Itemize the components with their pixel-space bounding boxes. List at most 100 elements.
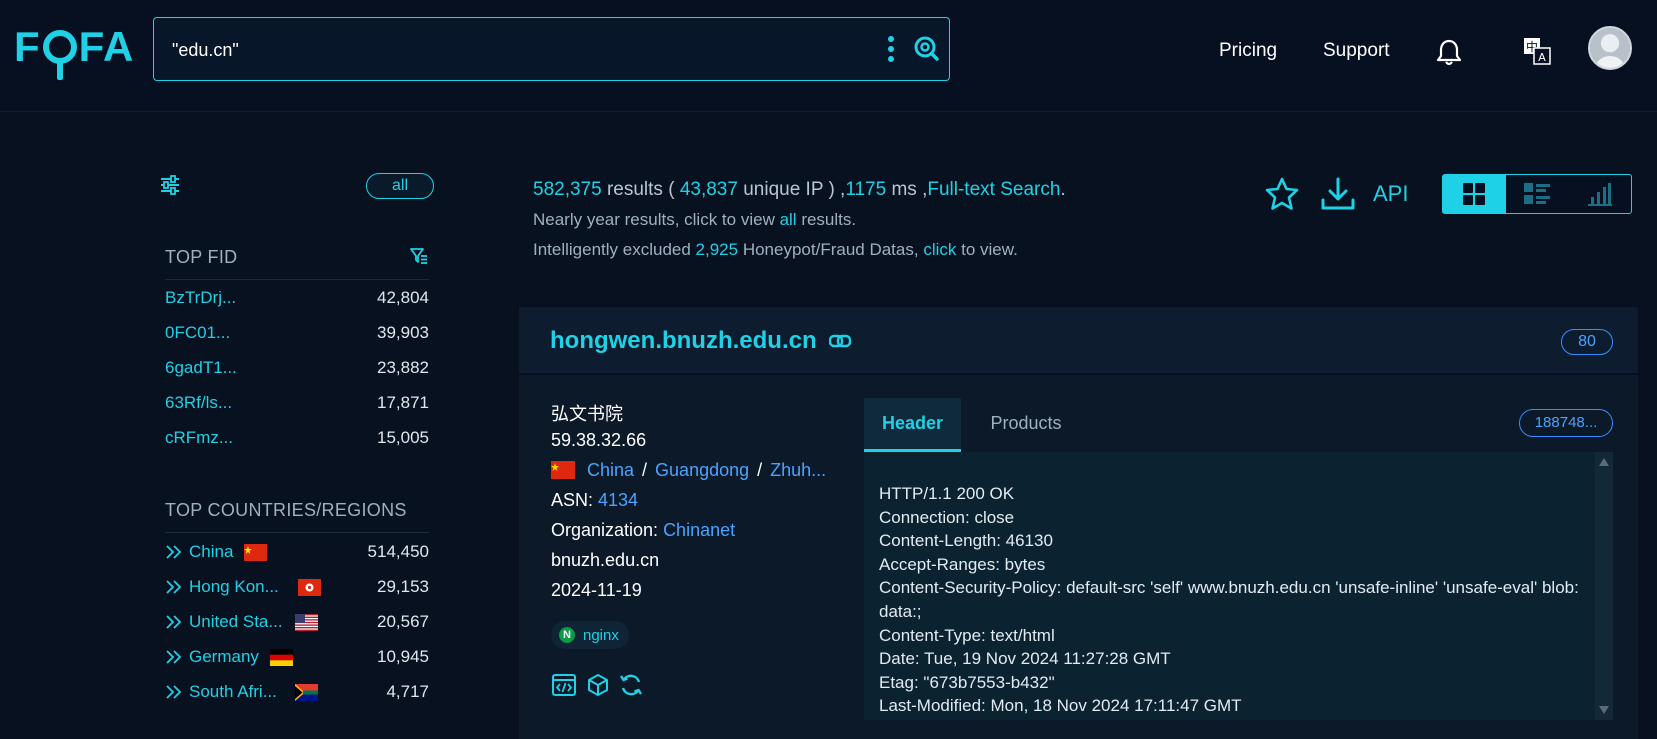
country-count: 514,450 (367, 542, 429, 561)
fid-label[interactable]: 0FC01... (165, 323, 230, 343)
country-row[interactable]: South Afri... 4,717 (165, 682, 429, 710)
excluded-note: Intelligently excluded 2,925 Honeypot/Fr… (533, 240, 1018, 260)
fid-row[interactable]: 6gadT1... 23,882 (165, 358, 429, 386)
all-filter-pill[interactable]: all (366, 173, 434, 199)
bell-icon[interactable] (1436, 38, 1462, 66)
nav-support[interactable]: Support (1323, 40, 1390, 62)
asn-link[interactable]: 4134 (598, 490, 638, 510)
results-count: 582,375 (533, 179, 602, 200)
region-link[interactable]: Guangdong (655, 460, 749, 480)
year-results-note: Nearly year results, click to view all r… (533, 210, 856, 230)
country-label[interactable]: Hong Kon... (189, 577, 279, 597)
code-icon[interactable] (551, 672, 577, 698)
link-icon[interactable] (829, 333, 851, 349)
result-card: hongwen.bnuzh.edu.cn 80 弘文书院 59.38.32.66… (519, 307, 1638, 739)
refresh-icon[interactable] (618, 672, 644, 698)
fid-row[interactable]: BzTrDrj... 42,804 (165, 288, 429, 316)
chart-view-button[interactable] (1568, 175, 1631, 213)
country-row[interactable]: United Sta... 20,567 (165, 612, 429, 640)
ip-link[interactable]: 59.38.32.66 (551, 430, 646, 451)
china-flag-icon (551, 461, 575, 479)
port-badge[interactable]: 80 (1561, 329, 1613, 355)
country-link[interactable]: China (587, 460, 634, 480)
scroll-up-arrow-icon[interactable] (1599, 458, 1609, 466)
country-count: 20,567 (377, 612, 429, 631)
http-header-panel: HTTP/1.1 200 OK Connection: close Conten… (864, 452, 1613, 720)
fid-label[interactable]: BzTrDrj... (165, 288, 236, 308)
grid-view-button[interactable] (1443, 175, 1506, 213)
germany-flag-icon (270, 649, 293, 666)
fid-row[interactable]: 63Rf/ls... 17,871 (165, 393, 429, 421)
view-all-link[interactable]: all (780, 210, 797, 229)
site-title: 弘文书院 (551, 404, 623, 424)
unique-ip-count: 43,837 (679, 179, 738, 200)
svg-text:A: A (1538, 51, 1546, 64)
tab-header[interactable]: Header (864, 398, 961, 452)
fid-count: 15,005 (377, 428, 429, 447)
hash-badge[interactable]: 188748... (1519, 409, 1613, 437)
country-row[interactable]: Germany 10,945 (165, 647, 429, 675)
grid-icon (1463, 183, 1486, 205)
fid-label[interactable]: 6gadT1... (165, 358, 237, 378)
fid-row[interactable]: 0FC01... 39,903 (165, 323, 429, 351)
organization-link[interactable]: Chinanet (663, 520, 735, 540)
search-input[interactable] (172, 36, 832, 64)
header-scrollbar[interactable] (1595, 452, 1613, 720)
excluded-middle: Honeypot/Fraud Datas, (738, 240, 924, 259)
api-button[interactable]: API (1373, 181, 1408, 207)
excluded-count: 2,925 (695, 240, 739, 259)
city-link[interactable]: Zhuh... (770, 460, 826, 480)
location: China / Guangdong / Zhuh... (551, 460, 826, 481)
fulltext-search-link[interactable]: Full-text Search (927, 179, 1060, 200)
result-card-header: hongwen.bnuzh.edu.cn 80 (519, 307, 1638, 375)
fofa-logo[interactable]: F FA (14, 22, 135, 80)
ms-count: 1175 (845, 179, 887, 200)
country-label[interactable]: China (189, 542, 233, 562)
domain-link[interactable]: bnuzh.edu.cn (551, 550, 659, 571)
cube-icon[interactable] (585, 672, 611, 698)
language-icon[interactable]: 中 A (1523, 37, 1551, 65)
nginx-icon: N (559, 627, 575, 643)
fid-label[interactable]: 63Rf/ls... (165, 393, 232, 413)
logo-magnifier-icon (42, 30, 77, 80)
star-icon[interactable] (1265, 177, 1299, 211)
result-host-link[interactable]: hongwen.bnuzh.edu.cn (550, 327, 817, 355)
country-row[interactable]: China 514,450 (165, 542, 429, 570)
nav-pricing[interactable]: Pricing (1219, 40, 1277, 62)
location-separator: / (642, 460, 648, 480)
fid-label[interactable]: cRFmz... (165, 428, 233, 448)
country-count: 4,717 (386, 682, 429, 701)
results-word: results ( (601, 179, 680, 200)
location-separator: / (757, 460, 763, 480)
filter-settings-icon[interactable] (160, 175, 180, 195)
options-icon[interactable] (888, 36, 894, 62)
double-chevron-right-icon (166, 685, 182, 699)
download-icon[interactable] (1320, 176, 1356, 212)
click-to-view-link[interactable]: click (923, 240, 956, 259)
fid-row[interactable]: cRFmz... 15,005 (165, 428, 429, 456)
fid-count: 39,903 (377, 323, 429, 342)
south-africa-flag-icon (295, 684, 318, 701)
top-fid-heading: TOP FID (165, 247, 238, 267)
double-chevron-right-icon (166, 545, 182, 559)
logo-letters-fa: FA (78, 23, 135, 70)
product-tag[interactable]: N nginx (551, 621, 629, 649)
logo-letter-f: F (14, 23, 41, 70)
tab-products[interactable]: Products (976, 398, 1076, 452)
china-flag-icon (244, 544, 267, 561)
country-label[interactable]: United Sta... (189, 612, 283, 632)
top-countries-heading: TOP COUNTRIES/REGIONS (165, 500, 407, 520)
list-view-button[interactable] (1506, 175, 1569, 213)
search-bar (153, 17, 950, 81)
scroll-down-arrow-icon[interactable] (1599, 706, 1609, 714)
avatar[interactable] (1588, 26, 1632, 70)
funnel-icon[interactable] (410, 247, 428, 265)
country-label[interactable]: Germany (189, 647, 259, 667)
ms-word: ms , (886, 179, 928, 200)
country-label[interactable]: South Afri... (189, 682, 277, 702)
hong-kong-flag-icon (298, 579, 321, 596)
list-icon (1524, 183, 1550, 204)
country-row[interactable]: Hong Kon... 29,153 (165, 577, 429, 605)
search-icon[interactable] (912, 34, 940, 62)
view-mode-toggle (1442, 174, 1632, 214)
